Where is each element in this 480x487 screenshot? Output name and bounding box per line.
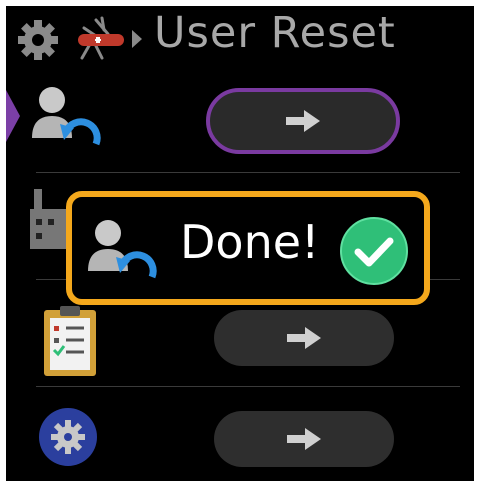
arrow-right-icon bbox=[287, 327, 321, 349]
swiss-knife-icon[interactable] bbox=[74, 14, 126, 62]
settings-go-button[interactable] bbox=[214, 411, 394, 467]
toast-message: Done! bbox=[180, 215, 320, 269]
device-screen: User Reset Done! bbox=[6, 6, 474, 481]
breadcrumb-arrow-icon bbox=[132, 30, 142, 48]
clipboard-checklist-icon bbox=[44, 306, 96, 376]
page-title: User Reset bbox=[154, 8, 396, 58]
arrow-right-icon bbox=[286, 110, 320, 132]
header-bar: User Reset bbox=[6, 6, 474, 66]
arrow-right-icon bbox=[287, 428, 321, 450]
factory-icon bbox=[30, 189, 66, 249]
gear-icon[interactable] bbox=[16, 18, 60, 62]
check-icon bbox=[340, 217, 408, 285]
done-toast: Done! bbox=[66, 191, 430, 305]
menu-item-settings[interactable] bbox=[6, 387, 474, 481]
settings-gear-icon bbox=[39, 408, 97, 466]
user-reset-icon bbox=[32, 87, 101, 146]
user-reset-icon bbox=[88, 220, 157, 279]
checklist-go-button[interactable] bbox=[214, 310, 394, 366]
menu-item-user-reset[interactable] bbox=[6, 66, 474, 172]
user-reset-go-button[interactable] bbox=[206, 88, 400, 154]
